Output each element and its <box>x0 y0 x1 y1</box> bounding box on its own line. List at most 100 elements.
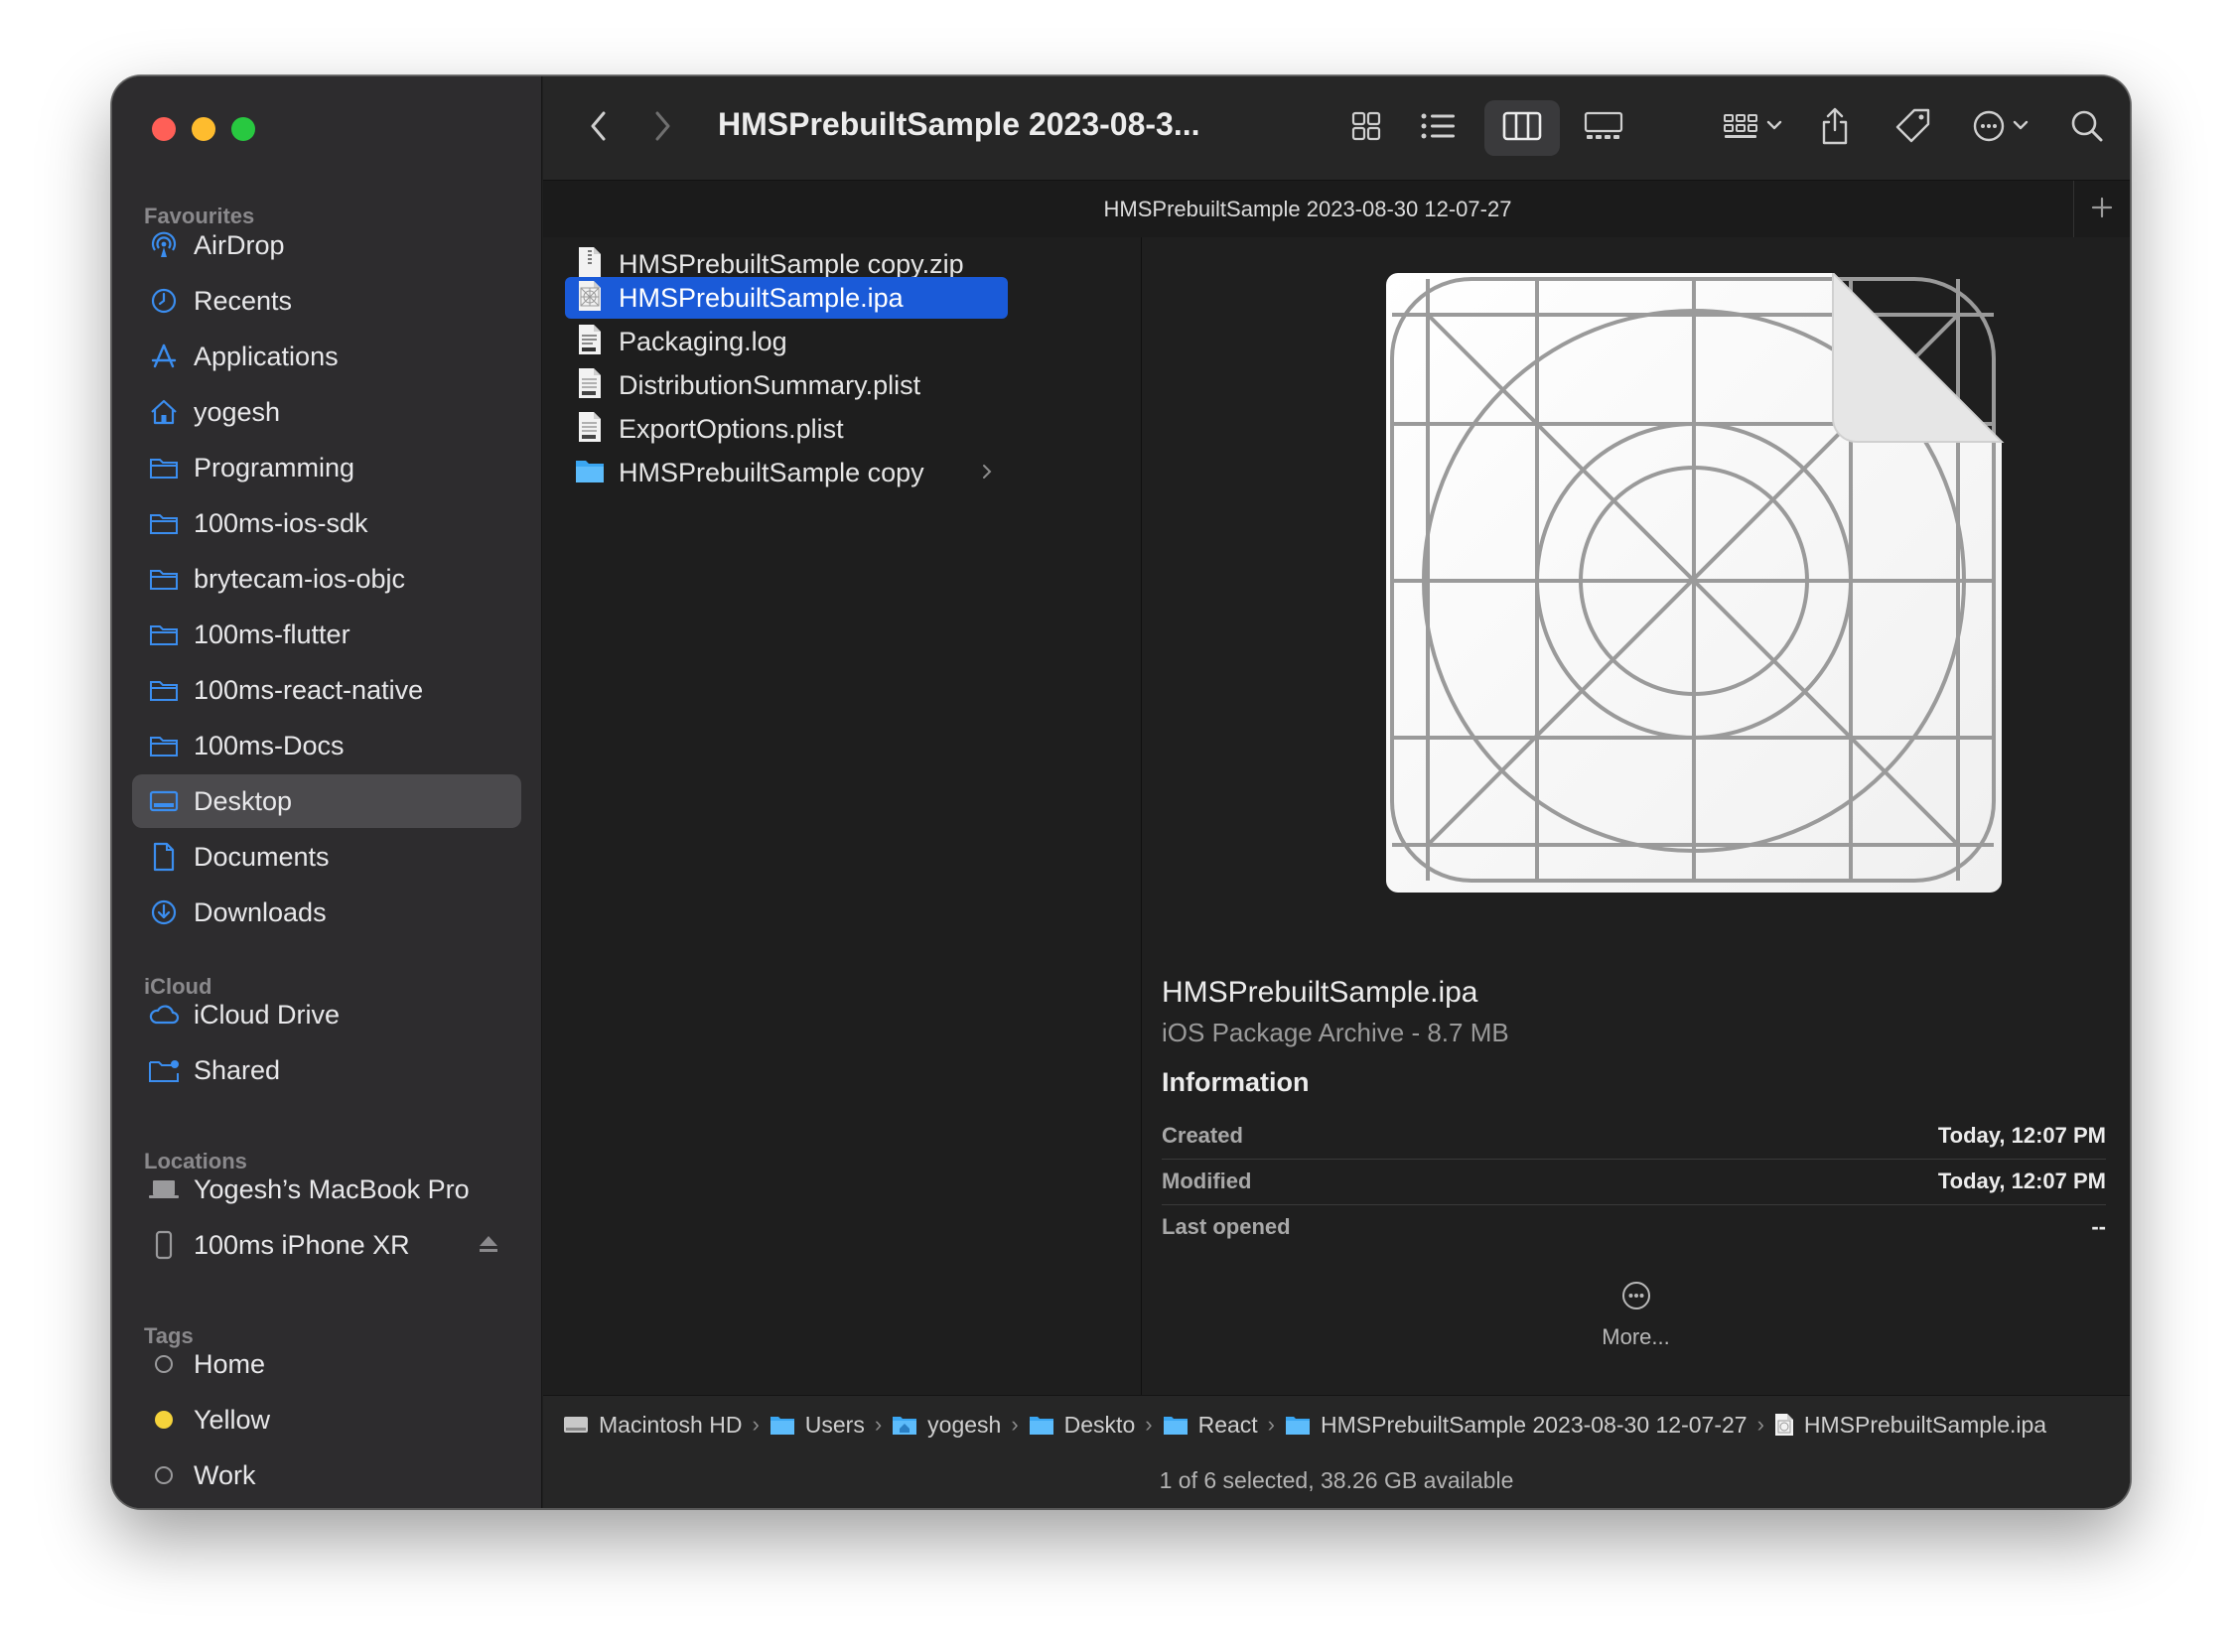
folder-icon <box>148 730 180 761</box>
grid-icon <box>1350 110 1382 147</box>
path-item-hmsprebuiltsample-folder[interactable]: HMSPrebuiltSample 2023-08-30 12-07-27 <box>1285 1412 1748 1439</box>
sidebar-item-home[interactable]: yogesh <box>132 385 521 439</box>
file-name: ExportOptions.plist <box>619 413 844 444</box>
list-icon <box>1420 111 1456 146</box>
action-menu-button[interactable] <box>1967 104 2042 152</box>
folder-icon <box>148 563 180 595</box>
path-item-label: Deskto <box>1063 1411 1136 1438</box>
columns-icon <box>1502 110 1542 147</box>
sidebar-item-applications[interactable]: Applications <box>132 330 521 383</box>
document-icon <box>148 841 180 873</box>
sidebar-item-brytecam-ios-objc[interactable]: brytecam-ios-objc <box>132 552 521 606</box>
sidebar-item-icloud-drive[interactable]: iCloud Drive <box>132 988 521 1041</box>
forward-button[interactable] <box>642 106 682 150</box>
info-value: Today, 12:07 PM <box>1937 1169 2106 1193</box>
new-tab-button[interactable] <box>2073 181 2130 238</box>
path-separator: › <box>1756 1412 1764 1437</box>
applications-icon <box>148 341 180 372</box>
path-item-yogesh[interactable]: yogesh <box>892 1412 1001 1439</box>
group-button[interactable] <box>1715 104 1794 152</box>
minimize-button[interactable] <box>192 117 215 141</box>
sidebar-item-label: Desktop <box>194 785 293 816</box>
sidebar-item-100ms-docs[interactable]: 100ms-Docs <box>132 719 521 772</box>
file-name: DistributionSummary.plist <box>619 369 921 400</box>
tag-icon <box>1893 106 1933 151</box>
sidebar-item-documents[interactable]: Documents <box>132 830 521 884</box>
folder-icon <box>1029 1414 1054 1436</box>
sidebar-item-label: Recents <box>194 285 293 316</box>
info-row-created: Created Today, 12:07 PM <box>1162 1113 2106 1160</box>
cloud-icon <box>148 999 180 1031</box>
list-item[interactable]: HMSPrebuiltSample copy <box>565 452 1008 493</box>
file-name: HMSPrebuiltSample copy <box>619 457 924 487</box>
sidebar-item-macbook[interactable]: Yogesh’s MacBook Pro <box>132 1163 521 1216</box>
sidebar-item-100ms-ios-sdk[interactable]: 100ms-ios-sdk <box>132 496 521 550</box>
search-button[interactable] <box>2062 104 2112 152</box>
folder-icon <box>770 1414 795 1436</box>
more-label: More... <box>1602 1324 1670 1349</box>
path-separator: › <box>752 1412 760 1437</box>
sidebar-tag-yellow[interactable]: Yellow <box>132 1393 521 1446</box>
path-bar: Macintosh HD › Users › yogesh › Deskto ›… <box>543 1395 2130 1453</box>
sidebar-item-iphone[interactable]: 100ms iPhone XR <box>132 1218 521 1272</box>
share-button[interactable] <box>1810 100 1860 156</box>
sidebar-item-recents[interactable]: Recents <box>132 274 521 328</box>
sidebar-item-label: AirDrop <box>194 229 285 260</box>
sidebar-item-100ms-react-native[interactable]: 100ms-react-native <box>132 663 521 717</box>
sidebar-item-label: 100ms iPhone XR <box>194 1229 410 1260</box>
path-item-label: Users <box>804 1411 865 1438</box>
sidebar-tag-work[interactable]: Work <box>132 1448 521 1502</box>
sidebar-item-label: brytecam-ios-objc <box>194 563 406 594</box>
window-title: HMSPrebuiltSample 2023-08-3... <box>718 106 1200 142</box>
sidebar-item-downloads[interactable]: Downloads <box>132 886 521 939</box>
sidebar-item-label: 100ms-react-native <box>194 674 424 705</box>
list-view-button[interactable] <box>1413 104 1463 152</box>
ipa-file-icon <box>565 280 619 317</box>
path-item-macintosh-hd[interactable]: Macintosh HD <box>563 1412 742 1439</box>
path-item-label: HMSPrebuiltSample.ipa <box>1803 1411 2047 1438</box>
back-button[interactable] <box>579 106 619 150</box>
toolbar: HMSPrebuiltSample 2023-08-3... <box>543 76 2130 180</box>
icon-view-button[interactable] <box>1341 104 1391 152</box>
ellipsis-circle-icon <box>1973 109 2036 148</box>
list-item[interactable]: HMSPrebuiltSample.ipa <box>565 277 1008 319</box>
sidebar-item-airdrop[interactable]: AirDrop <box>132 218 521 272</box>
sidebar-item-label: Downloads <box>194 896 327 927</box>
sidebar-item-shared[interactable]: Shared <box>132 1043 521 1097</box>
list-item[interactable]: ExportOptions.plist <box>565 408 1008 450</box>
plus-icon <box>2091 197 2113 223</box>
log-file-icon <box>565 324 619 360</box>
sidebar-item-label: yogesh <box>194 396 281 427</box>
home-icon <box>148 396 180 428</box>
list-item[interactable]: DistributionSummary.plist <box>565 364 1008 406</box>
group-grid-icon <box>1723 110 1786 147</box>
tag-button[interactable] <box>1886 102 1941 154</box>
eject-icon[interactable] <box>478 1234 499 1259</box>
path-item-ipa-file[interactable]: HMSPrebuiltSample.ipa <box>1774 1412 2046 1439</box>
column-view-button[interactable] <box>1484 100 1560 156</box>
path-item-desktop[interactable]: Deskto <box>1029 1411 1136 1439</box>
close-button[interactable] <box>152 117 176 141</box>
file-name: Packaging.log <box>619 326 787 356</box>
info-key: Last opened <box>1162 1214 1291 1239</box>
zoom-button[interactable] <box>231 117 255 141</box>
ellipsis-circle-icon <box>1620 1282 1652 1315</box>
sidebar-item-label: 100ms-Docs <box>194 730 345 760</box>
tag-dot-icon <box>148 1459 180 1491</box>
path-item-users[interactable]: Users <box>770 1412 865 1439</box>
sidebar-tag-home[interactable]: Home <box>132 1337 521 1391</box>
path-item-react[interactable]: React <box>1163 1412 1258 1439</box>
folder-icon <box>148 619 180 650</box>
sidebar-item-100ms-flutter[interactable]: 100ms-flutter <box>132 608 521 661</box>
more-button[interactable]: More... <box>1142 1280 2130 1350</box>
sidebar-item-desktop[interactable]: Desktop <box>132 774 521 828</box>
tab-title[interactable]: HMSPrebuiltSample 2023-08-30 12-07-27 <box>543 197 2072 222</box>
tag-dot-icon <box>148 1404 180 1436</box>
gallery-view-button[interactable] <box>1576 104 1631 152</box>
list-item[interactable]: Packaging.log <box>565 321 1008 362</box>
preview-pane: HMSPrebuiltSample.ipa iOS Package Archiv… <box>1142 237 2130 1395</box>
sidebar-item-programming[interactable]: Programming <box>132 441 521 494</box>
file-name: HMSPrebuiltSample.ipa <box>619 282 904 313</box>
tag-dot-icon <box>148 1348 180 1380</box>
sidebar-item-label: Home <box>194 1348 266 1379</box>
